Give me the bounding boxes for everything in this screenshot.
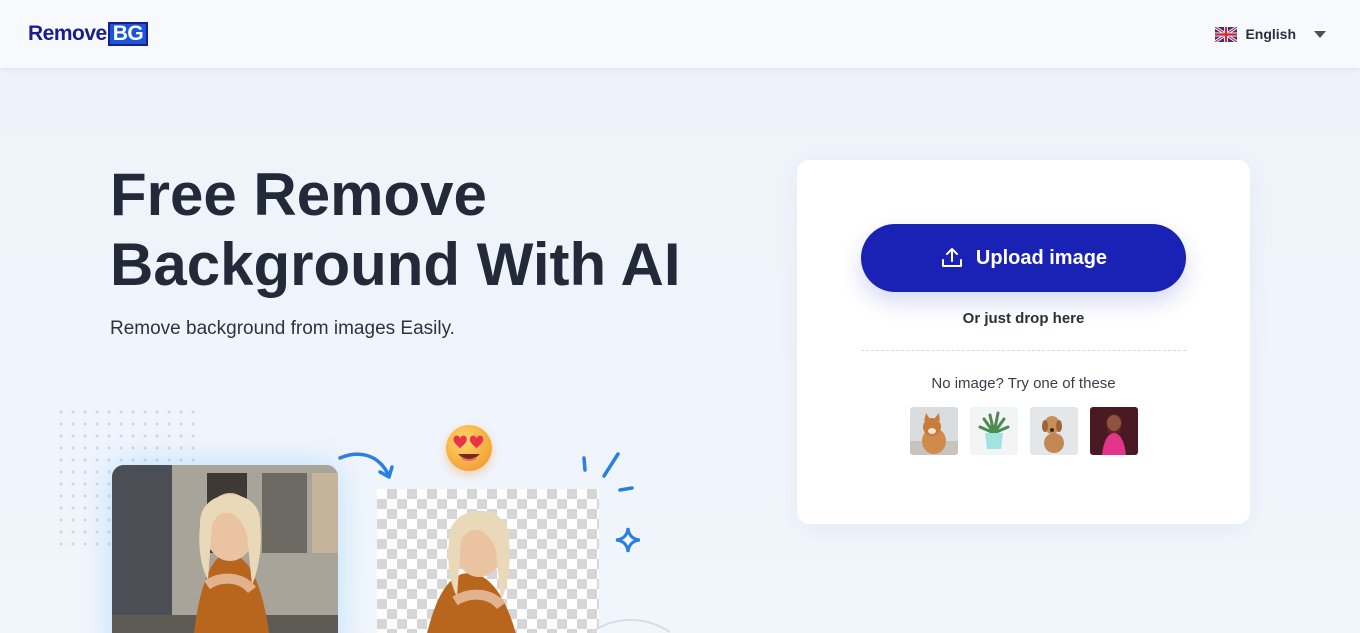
hero-title: Free Remove Background With AI: [110, 160, 730, 300]
after-photo-image: [427, 510, 516, 633]
decorative-arc: [592, 619, 671, 633]
hero-subtitle: Remove background from images Easily.: [110, 318, 455, 339]
heart-eyes-face: [453, 435, 484, 461]
hero-title-line2: Background With AI: [110, 231, 681, 298]
divider: [861, 350, 1186, 351]
drop-hint: Or just drop here: [962, 310, 1085, 327]
sparkle-icon: [582, 452, 640, 553]
hero-title-line1: Free Remove: [110, 161, 487, 228]
upload-image-button[interactable]: Upload image: [861, 224, 1186, 292]
arrow-icon: [338, 452, 394, 479]
sample-images: [910, 407, 1138, 455]
sample-plant[interactable]: [970, 407, 1018, 455]
chevron-down-icon: [1314, 30, 1326, 38]
uk-flag-icon: [1215, 26, 1238, 42]
logo[interactable]: Remove BG: [28, 21, 149, 47]
sample-woman[interactable]: [1090, 407, 1138, 455]
language-label: English: [1245, 26, 1296, 42]
logo-text-bg: BG: [107, 22, 149, 46]
upload-icon: [941, 248, 962, 267]
heart-eyes-emoji-icon: [446, 425, 492, 471]
upload-label: Upload image: [975, 246, 1108, 269]
before-photo: [112, 465, 338, 633]
sample-prompt: No image? Try one of these: [931, 375, 1116, 392]
before-photo-image: [112, 465, 338, 633]
top-header: Remove BG English: [0, 0, 1360, 68]
sample-dog[interactable]: [1030, 407, 1078, 455]
language-selector[interactable]: English: [1215, 24, 1326, 44]
sample-cat[interactable]: [910, 407, 958, 455]
after-photo: [377, 489, 599, 633]
upload-card[interactable]: Upload image Or just drop here No image?…: [797, 160, 1250, 524]
logo-text-remove: Remove: [28, 22, 107, 45]
